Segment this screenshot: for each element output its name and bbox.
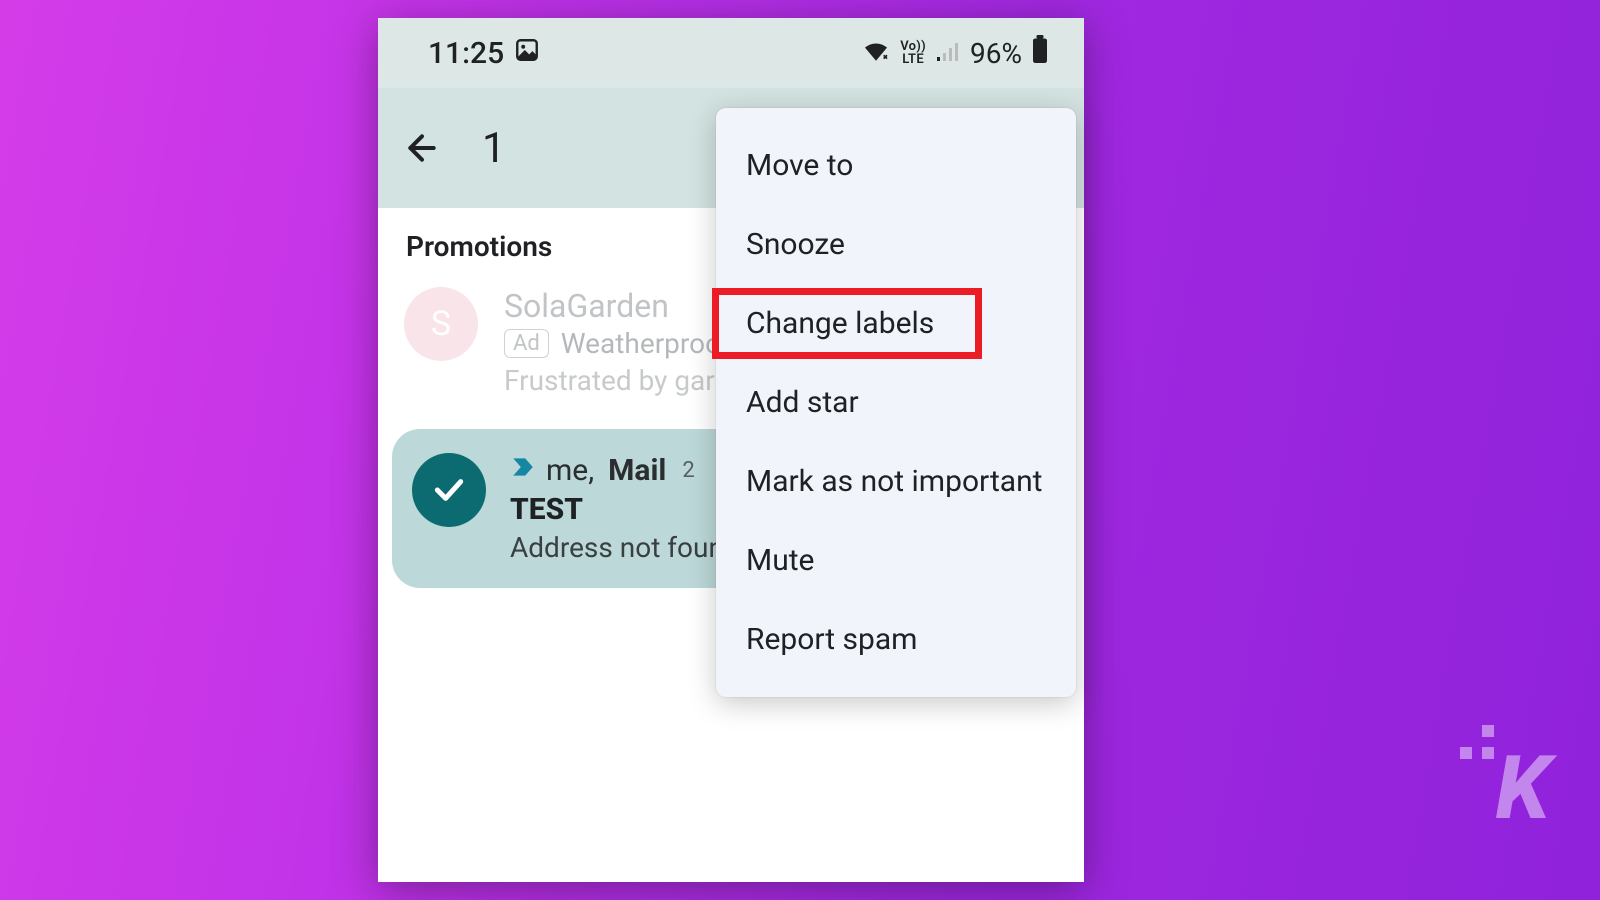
selection-count: 1 [482,124,506,173]
promo-avatar: S [404,287,478,361]
signal-icon [936,36,960,71]
overflow-menu: Move to Snooze Change labels Add star Ma… [716,108,1076,697]
menu-item-change-labels[interactable]: Change labels [716,284,1076,363]
sender-mail: Mail [608,453,666,488]
battery-icon [1032,35,1048,71]
image-icon [514,36,540,71]
menu-item-snooze[interactable]: Snooze [716,205,1076,284]
menu-item-mark-not-important[interactable]: Mark as not important [716,442,1076,521]
menu-item-report-spam[interactable]: Report spam [716,600,1076,679]
menu-item-mute[interactable]: Mute [716,521,1076,600]
battery-percentage: 96% [970,37,1022,70]
menu-item-move-to[interactable]: Move to [716,126,1076,205]
important-marker-icon [510,453,536,488]
sender-me: me, [546,453,594,488]
volte-icon: Vo)) LTE [900,40,926,66]
clock: 11:25 [428,36,504,71]
promo-subject: Weatherproo [561,327,721,360]
status-bar: 11:25 Vo)) LTE 96% [378,18,1084,88]
back-button[interactable] [398,124,446,172]
menu-item-label: Change labels [746,306,934,341]
message-count: 2 [682,458,694,483]
watermark-logo: K [1496,737,1546,840]
ad-badge: Ad [504,329,549,358]
wifi-icon [862,36,890,71]
selected-check-avatar[interactable] [412,453,486,527]
menu-item-add-star[interactable]: Add star [716,363,1076,442]
